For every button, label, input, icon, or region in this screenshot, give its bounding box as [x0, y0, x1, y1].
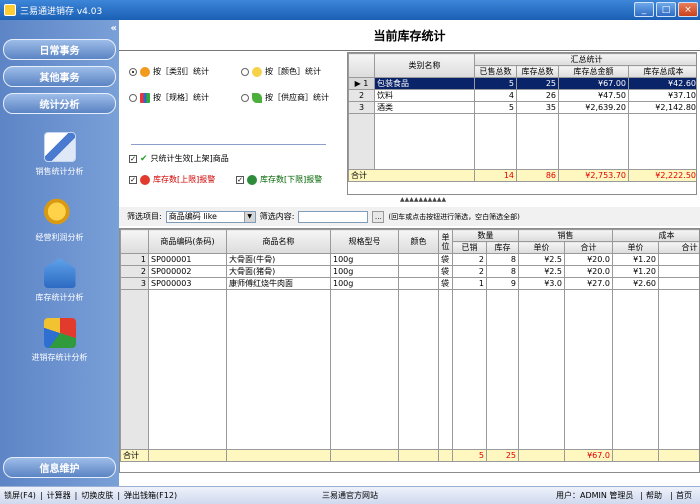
nav-daily-button[interactable]: 日常事务: [3, 39, 116, 60]
col-color[interactable]: 颜色: [398, 229, 439, 254]
filter-content-input[interactable]: [298, 210, 369, 223]
col-category[interactable]: 类别名称: [374, 53, 475, 78]
col-group-qty: 数量: [452, 229, 519, 242]
cash-drawer-link[interactable]: 弹出钱箱(F12): [120, 490, 181, 501]
nav-info-button[interactable]: 信息维护: [3, 457, 116, 478]
detail-grid[interactable]: 商品编码(条码) 商品名称 规格型号 颜色 单位 数量 销售 成本 已销 库存 …: [119, 228, 700, 473]
green-globe-icon: [247, 174, 257, 185]
col-sale-price[interactable]: 单价: [518, 241, 565, 254]
options-panel: 按［类别］统计 按［颜色］统计 按［规格］统计 按［供应商］统计 ✓ ✔ 只统计…: [121, 54, 345, 194]
page-title: 当前库存统计: [119, 20, 700, 51]
table-row[interactable]: 1 SP000001 大骨面(牛骨) 100g 袋 2 8 ¥2.5 ¥20.0…: [120, 253, 699, 266]
user-info: 用户：ADMIN 管理员: [556, 491, 634, 500]
warehouse-icon: [43, 258, 76, 288]
radio-by-color[interactable]: 按［颜色］统计: [241, 66, 321, 77]
close-button[interactable]: ×: [678, 2, 698, 17]
check-mark-icon: ✔: [140, 153, 148, 164]
leaf-icon: [252, 92, 262, 103]
table-row[interactable]: 3 SP000003 康师傅红烧牛肉面 100g 袋 1 9 ¥3.0 ¥27.…: [120, 277, 699, 290]
col-stock-total[interactable]: 库存总数: [516, 65, 559, 78]
smiley-icon: [252, 66, 262, 77]
col-cost-price[interactable]: 单价: [612, 241, 659, 254]
collapse-sidebar-icon[interactable]: «: [111, 23, 117, 34]
filter-content-label: 筛选内容:: [259, 212, 295, 221]
col-stock[interactable]: 库存: [486, 241, 519, 254]
splitter-handle[interactable]: ▲▲▲▲▲▲▲▲▲▲: [400, 196, 446, 203]
filter-bar: 筛选项目: 商品编码 like ▼ 筛选内容: … (回车或点击按钮进行筛选，空…: [119, 207, 700, 226]
sales-report-icon: [43, 132, 76, 162]
col-sale-total[interactable]: 合计: [564, 241, 613, 254]
red-apple-icon: [140, 174, 150, 185]
col-sold-total[interactable]: 已售总数: [474, 65, 517, 78]
coins-icon: [43, 198, 76, 228]
filter-field-select[interactable]: 商品编码 like ▼: [165, 210, 256, 223]
sidebar-item-stock-analysis[interactable]: 库存统计分析: [0, 258, 119, 303]
sidebar-item-profit-analysis[interactable]: 经营利润分析: [0, 198, 119, 243]
bar-chart-icon: [140, 92, 150, 103]
sidebar-item-sales-analysis[interactable]: 销售统计分析: [0, 132, 119, 177]
table-row[interactable]: 3 酒类 5 35 ¥2,639.20 ¥2,142.80: [348, 101, 696, 114]
nav-other-button[interactable]: 其他事务: [3, 66, 116, 87]
separator: [131, 144, 326, 145]
sidebar-item-io-analysis[interactable]: 进销存统计分析: [0, 318, 119, 363]
filter-go-button[interactable]: …: [372, 210, 385, 223]
switch-skin-link[interactable]: 切换皮肤: [77, 490, 117, 501]
sidebar: « 日常事务 其他事务 统计分析 销售统计分析 经营利润分析 库存统计分析 进销…: [0, 20, 119, 486]
orange-ball-icon: [140, 66, 150, 77]
col-code[interactable]: 商品编码(条码): [148, 229, 227, 254]
help-link[interactable]: 帮助: [646, 490, 662, 501]
radio-by-category[interactable]: 按［类别］统计: [129, 66, 209, 77]
radio-by-supplier[interactable]: 按［供应商］统计: [241, 92, 329, 103]
minimize-button[interactable]: _: [634, 2, 654, 17]
home-link[interactable]: 首页: [676, 490, 692, 501]
table-row[interactable]: ▶ 1 包装食品 5 25 ¥67.00 ¥42.60: [348, 77, 696, 90]
official-site-link[interactable]: 三易通官方网站: [318, 490, 382, 501]
summary-total-row: 合计 14 86 ¥2,753.70 ¥2,222.50: [348, 169, 696, 182]
summary-grid[interactable]: 类别名称 汇总统计 已售总数 库存总数 库存总金额 库存总成本 ▶ 1 包装食品…: [347, 52, 697, 195]
col-group-sales: 销售: [518, 229, 613, 242]
filter-hint: (回车或点击按钮进行筛选，空白筛选全部): [388, 212, 520, 221]
detail-total-row: 合计 5 25 ¥67.0 ¥4: [120, 449, 699, 462]
table-row[interactable]: 2 饮料 4 26 ¥47.50 ¥37.10: [348, 89, 696, 102]
status-bar: 锁屏(F4) | 计算器 | 切换皮肤 | 弹出钱箱(F12) 三易通官方网站 用户：…: [0, 486, 700, 504]
lock-screen-link[interactable]: 锁屏(F4): [0, 490, 40, 501]
title-bar: 三易通进销存 v4.03 _ □ ×: [0, 0, 700, 20]
table-row[interactable]: 2 SP000002 大骨面(猪骨) 100g 袋 2 8 ¥2.5 ¥20.0…: [120, 265, 699, 278]
col-unit[interactable]: 单位: [438, 229, 453, 254]
maximize-button[interactable]: □: [656, 2, 676, 17]
col-name[interactable]: 商品名称: [226, 229, 331, 254]
nav-stats-button[interactable]: 统计分析: [3, 93, 116, 114]
calculator-link[interactable]: 计算器: [43, 490, 75, 501]
window-title: 三易通进销存 v4.03: [20, 6, 103, 17]
chevron-down-icon[interactable]: ▼: [243, 211, 255, 222]
col-stock-amount[interactable]: 库存总金额: [558, 65, 629, 78]
check-upper-alarm[interactable]: ✓ 库存数[上限]报警: [129, 174, 215, 185]
check-lower-alarm[interactable]: ✓ 库存数[下限]报警: [236, 174, 322, 185]
pie-chart-icon: [43, 318, 76, 348]
col-stock-cost[interactable]: 库存总成本: [628, 65, 696, 78]
radio-by-spec[interactable]: 按［规格］统计: [129, 92, 209, 103]
app-icon: [4, 4, 16, 16]
check-active-only[interactable]: ✓ ✔ 只统计生效[上架]商品: [129, 153, 229, 164]
col-group-summary: 汇总统计: [474, 53, 696, 66]
col-spec[interactable]: 规格型号: [330, 229, 399, 254]
filter-field-label: 筛选项目:: [127, 212, 162, 221]
col-sold[interactable]: 已销: [452, 241, 487, 254]
col-group-cost: 成本: [612, 229, 699, 242]
col-cost-total[interactable]: 合计: [658, 241, 699, 254]
